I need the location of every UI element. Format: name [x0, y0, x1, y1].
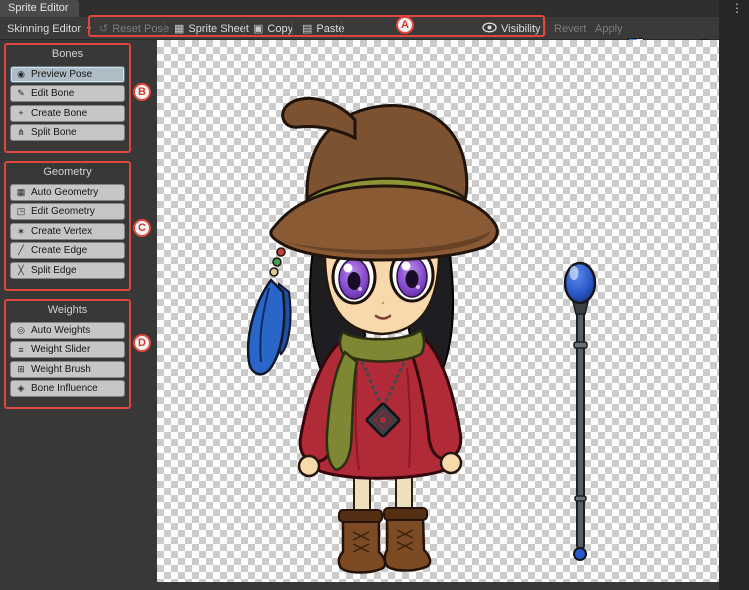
toolbar-separator — [341, 20, 342, 36]
tab-title: Sprite Editor — [8, 2, 69, 14]
preview-pose-button[interactable]: ◉ Preview Pose — [10, 66, 125, 83]
toolbar-separator — [89, 20, 90, 36]
right-gutter: ⋮ — [719, 0, 749, 590]
auto-geometry-icon: ▦ — [15, 187, 27, 198]
create-vertex-icon: ∗ — [15, 226, 27, 237]
skinning-editor-dropdown[interactable]: Skinning Editor ▾ — [2, 19, 96, 38]
bones-group: Bones ◉ Preview Pose ✎ Edit Bone + Creat… — [4, 43, 131, 153]
annotation-letter-b: B — [133, 83, 151, 101]
auto-weights-icon: ◎ — [15, 325, 27, 336]
reset-pose-button[interactable]: ↺ Reset Pose — [94, 19, 174, 38]
sprite-scene — [157, 40, 719, 582]
create-bone-icon: + — [15, 108, 27, 118]
paste-icon: ▤ — [302, 22, 312, 35]
tab-strip: Sprite Editor — [0, 0, 719, 17]
revert-button[interactable]: Revert — [549, 19, 591, 38]
toolbar-separator — [545, 20, 546, 36]
staff-sprite[interactable] — [565, 263, 595, 560]
weight-brush-icon: ⊞ — [15, 364, 27, 375]
sprite-canvas[interactable] — [157, 40, 719, 582]
dropdown-label: Skinning Editor — [7, 23, 81, 35]
sprite-editor-window: Sprite Editor ⋮ Skinning Editor ▾ ↺ Rese… — [0, 0, 749, 590]
edit-bone-button[interactable]: ✎ Edit Bone — [10, 85, 125, 102]
split-bone-button[interactable]: ⋔ Split Bone — [10, 124, 125, 141]
create-vertex-button[interactable]: ∗ Create Vertex — [10, 223, 125, 240]
edit-bone-icon: ✎ — [15, 88, 27, 99]
reset-pose-icon: ↺ — [99, 22, 108, 35]
eye-icon — [482, 22, 497, 36]
character-sprite[interactable] — [248, 98, 497, 572]
visibility-button[interactable]: Visibility — [477, 19, 546, 38]
apply-button[interactable]: Apply — [590, 19, 628, 38]
toolbar-separator — [243, 20, 244, 36]
weight-brush-button[interactable]: ⊞ Weight Brush — [10, 361, 125, 378]
split-bone-icon: ⋔ — [15, 127, 27, 138]
auto-geometry-button[interactable]: ▦ Auto Geometry — [10, 184, 125, 201]
sprite-sheet-button[interactable]: ▦ Sprite Sheet — [169, 19, 254, 38]
weight-slider-button[interactable]: ≡ Weight Slider — [10, 341, 125, 358]
bone-influence-button[interactable]: ◈ Bone Influence — [10, 380, 125, 397]
bones-group-title: Bones — [6, 47, 129, 63]
kebab-menu-icon[interactable]: ⋮ — [731, 1, 743, 15]
copy-button[interactable]: ▣ Copy — [248, 19, 298, 38]
copy-icon: ▣ — [253, 22, 263, 35]
weight-slider-icon: ≡ — [15, 345, 27, 355]
edit-geometry-button[interactable]: ◳ Edit Geometry — [10, 203, 125, 220]
tab-sprite-editor[interactable]: Sprite Editor — [0, 0, 79, 17]
split-edge-button[interactable]: ╳ Split Edge — [10, 262, 125, 279]
sprite-sheet-icon: ▦ — [174, 22, 184, 35]
toolbar-separator — [292, 20, 293, 36]
toolbar: Skinning Editor ▾ ↺ Reset Pose ▦ Sprite … — [0, 17, 719, 40]
split-edge-icon: ╳ — [15, 265, 27, 276]
toolbar-separator — [164, 20, 165, 36]
geometry-group-title: Geometry — [6, 165, 129, 181]
weights-group-title: Weights — [6, 303, 129, 319]
annotation-letter-d: D — [133, 334, 151, 352]
geometry-group: Geometry ▦ Auto Geometry ◳ Edit Geometry… — [4, 161, 131, 291]
preview-pose-icon: ◉ — [15, 69, 27, 80]
edit-geometry-icon: ◳ — [15, 206, 27, 217]
annotation-letter-c: C — [133, 219, 151, 237]
bone-influence-icon: ◈ — [15, 383, 27, 394]
create-edge-button[interactable]: ╱ Create Edge — [10, 242, 125, 259]
auto-weights-button[interactable]: ◎ Auto Weights — [10, 322, 125, 339]
tool-sidebar: Bones ◉ Preview Pose ✎ Edit Bone + Creat… — [0, 40, 157, 590]
create-edge-icon: ╱ — [15, 245, 27, 256]
create-bone-button[interactable]: + Create Bone — [10, 105, 125, 122]
weights-group: Weights ◎ Auto Weights ≡ Weight Slider ⊞… — [4, 299, 131, 409]
